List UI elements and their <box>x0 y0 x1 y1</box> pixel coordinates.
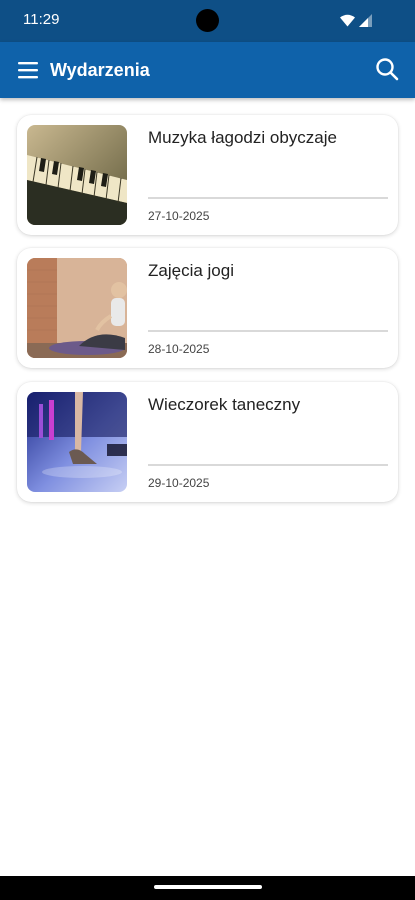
status-icons <box>340 14 372 27</box>
event-date: 29-10-2025 <box>148 476 210 490</box>
event-card[interactable]: Muzyka łagodzi obyczaje 27-10-2025 <box>17 115 398 235</box>
yoga-image <box>27 258 127 358</box>
event-card[interactable]: Wieczorek taneczny 29-10-2025 <box>17 382 398 502</box>
event-title: Zajęcia jogi <box>148 261 234 280</box>
camera-cutout <box>196 9 219 32</box>
menu-icon[interactable] <box>18 60 38 80</box>
event-image <box>27 125 127 225</box>
dance-image <box>27 392 127 492</box>
divider <box>148 197 388 199</box>
event-date: 27-10-2025 <box>148 209 210 223</box>
event-card[interactable]: Zajęcia jogi 28-10-2025 <box>17 248 398 368</box>
event-date: 28-10-2025 <box>148 342 210 356</box>
search-icon[interactable] <box>375 57 399 81</box>
signal-icon <box>359 14 372 27</box>
app-bar: Wydarzenia <box>0 42 415 98</box>
navigation-bar <box>0 876 415 900</box>
piano-keys-image <box>27 125 127 225</box>
wifi-icon <box>340 14 355 27</box>
event-image <box>27 392 127 492</box>
status-time: 11:29 <box>23 11 60 28</box>
divider <box>148 464 388 466</box>
status-bar: 11:29 <box>0 0 415 42</box>
page-title: Wydarzenia <box>50 60 150 80</box>
event-title: Wieczorek taneczny <box>148 395 301 414</box>
divider <box>148 330 388 332</box>
event-image <box>27 258 127 358</box>
home-gesture-handle[interactable] <box>154 885 262 889</box>
event-title: Muzyka łagodzi obyczaje <box>148 128 337 147</box>
